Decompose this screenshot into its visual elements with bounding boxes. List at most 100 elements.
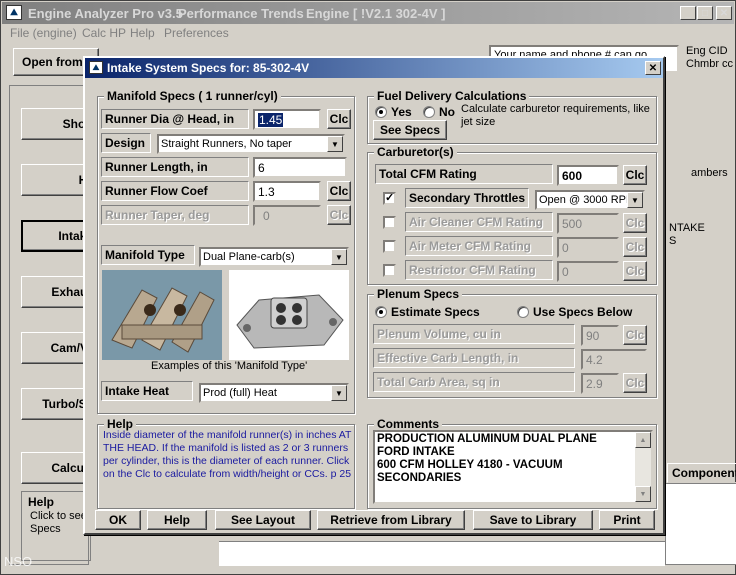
intake-heat-select[interactable]: Prod (full) Heat ▼: [199, 383, 349, 403]
fuel-yes-label[interactable]: Yes: [391, 105, 412, 119]
secondary-throttles-value: Open @ 3000 RPM: [539, 194, 636, 206]
carb-length-input[interactable]: 4.2: [581, 349, 647, 370]
fuel-description: Calculate carburetor requirements, like …: [461, 103, 650, 128]
runner-dia-clc-button[interactable]: Clc: [327, 109, 351, 129]
restrictor-clc-button[interactable]: Clc: [623, 261, 647, 281]
chevron-down-icon[interactable]: ▼: [327, 136, 343, 152]
comments-textarea[interactable]: PRODUCTION ALUMINUM DUAL PLANE FORD INTA…: [373, 430, 653, 504]
manifold-example-image-2: [229, 270, 349, 360]
air-meter-input[interactable]: 0: [557, 237, 619, 258]
main-help-text: Click to see Specs: [30, 510, 87, 535]
comments-scrollbar[interactable]: ▲ ▼: [635, 432, 651, 502]
fuel-yes-radio[interactable]: [375, 106, 387, 118]
total-cfm-input[interactable]: 600: [557, 165, 619, 186]
retrieve-from-library-button[interactable]: Retrieve from Library: [317, 510, 465, 530]
maximize-icon[interactable]: □: [697, 6, 713, 20]
scroll-up-icon[interactable]: ▲: [635, 432, 651, 448]
intake-dialog: ⛰ Intake System Specs for: 85-302-4V ✕ M…: [83, 56, 665, 535]
main-title-bar: ⛰ Engine Analyzer Pro v3.5 Performance T…: [2, 2, 734, 24]
runner-length-input[interactable]: 6: [253, 157, 347, 178]
results-area-left: [219, 541, 665, 566]
see-specs-button[interactable]: See Specs: [373, 120, 447, 140]
app-title-name: Engine Analyzer Pro v3.5: [28, 6, 183, 21]
minimize-icon[interactable]: _: [680, 6, 696, 20]
design-value: Straight Runners, No taper: [161, 138, 292, 150]
air-cleaner-clc-button[interactable]: Clc: [623, 213, 647, 233]
dialog-close-icon[interactable]: ✕: [645, 61, 661, 75]
main-help-title: Help: [28, 495, 55, 509]
total-cfm-clc-button[interactable]: Clc: [623, 165, 647, 185]
plenum-volume-clc-button[interactable]: Clc: [623, 325, 647, 345]
bg-text-intake: NTAKE: [669, 222, 705, 234]
plenum-volume-input[interactable]: 90: [581, 325, 619, 346]
fuel-delivery-title: Fuel Delivery Calculations: [374, 89, 530, 103]
secondary-throttles-checkbox[interactable]: ✓: [383, 192, 396, 205]
use-specs-below-radio[interactable]: [517, 306, 529, 318]
main-help-box: Help Click to see Specs: [21, 491, 91, 561]
runner-dia-input[interactable]: 1.45: [253, 109, 321, 130]
menu-help[interactable]: Help: [130, 26, 155, 40]
dialog-title-bar: ⛰ Intake System Specs for: 85-302-4V ✕: [85, 58, 663, 78]
manifold-specs-title: Manifold Specs ( 1 runner/cyl): [104, 89, 281, 103]
dialog-title: Intake System Specs for: 85-302-4V: [107, 61, 310, 75]
dialog-help-text: Inside diameter of the manifold runner(s…: [103, 429, 352, 480]
manifold-type-label: Manifold Type: [101, 245, 195, 265]
secondary-throttles-select[interactable]: Open @ 3000 RPM ▼: [535, 190, 645, 210]
air-cleaner-label: Air Cleaner CFM Rating: [405, 212, 553, 232]
bg-text-chambers: ambers: [691, 167, 728, 179]
runner-dia-value: 1.45: [258, 112, 284, 127]
estimate-specs-radio[interactable]: [375, 306, 387, 318]
air-meter-clc-button[interactable]: Clc: [623, 237, 647, 257]
intake-heat-label: Intake Heat: [101, 381, 193, 401]
air-cleaner-checkbox[interactable]: [383, 216, 396, 229]
help-button[interactable]: Help: [147, 510, 207, 530]
menu-calc-hp[interactable]: Calc HP: [82, 26, 126, 40]
chevron-down-icon[interactable]: ▼: [627, 192, 643, 208]
engine-info-box: Eng CID Chmbr cc: [683, 45, 736, 77]
results-area: [665, 483, 736, 565]
runner-flow-label: Runner Flow Coef: [101, 181, 249, 201]
estimate-specs-label[interactable]: Estimate Specs: [391, 305, 480, 319]
fuel-no-radio[interactable]: [423, 106, 435, 118]
close-icon[interactable]: ✕: [716, 6, 732, 20]
chevron-down-icon[interactable]: ▼: [331, 249, 347, 265]
print-button[interactable]: Print: [599, 510, 655, 530]
restrictor-input[interactable]: 0: [557, 261, 619, 282]
menu-preferences[interactable]: Preferences: [164, 26, 229, 40]
plenum-specs-title: Plenum Specs: [374, 287, 463, 301]
runner-taper-label: Runner Taper, deg: [101, 205, 249, 225]
bg-text-s: S: [669, 235, 677, 247]
watermark: NSO: [4, 554, 33, 569]
eng-cid-label: Eng CID: [686, 45, 728, 57]
total-cfm-label: Total CFM Rating: [375, 164, 553, 184]
examples-caption: Examples of this 'Manifold Type': [151, 360, 308, 372]
menu-file[interactable]: File (engine): [10, 26, 77, 40]
runner-taper-input[interactable]: 0: [253, 205, 321, 226]
runner-taper-clc-button[interactable]: Clc: [327, 205, 351, 225]
carburetor-title: Carburetor(s): [374, 145, 457, 159]
runner-flow-input[interactable]: 1.3: [253, 181, 321, 202]
chevron-down-icon[interactable]: ▼: [331, 385, 347, 401]
restrictor-checkbox[interactable]: [383, 264, 396, 277]
air-meter-checkbox[interactable]: [383, 240, 396, 253]
runner-flow-clc-button[interactable]: Clc: [327, 181, 351, 201]
carb-length-label: Effective Carb Length, in: [373, 348, 575, 368]
app-title-engine: Engine [ !V2.1 302-4V ]: [306, 6, 446, 21]
runner-dia-label: Runner Dia @ Head, in: [101, 109, 249, 129]
app-title-vendor: Performance Trends: [178, 6, 304, 21]
component-tab[interactable]: Component: [667, 463, 736, 483]
air-cleaner-input[interactable]: 500: [557, 213, 619, 234]
manifold-example-image-1: [102, 270, 222, 360]
scroll-down-icon[interactable]: ▼: [635, 486, 651, 502]
manifold-type-value: Dual Plane-carb(s): [203, 251, 295, 263]
design-select[interactable]: Straight Runners, No taper ▼: [157, 134, 345, 154]
ok-button[interactable]: OK: [95, 510, 141, 530]
carb-area-clc-button[interactable]: Clc: [623, 373, 647, 393]
fuel-no-label[interactable]: No: [439, 105, 455, 119]
carb-area-input[interactable]: 2.9: [581, 373, 619, 394]
use-specs-below-label[interactable]: Use Specs Below: [533, 305, 632, 319]
see-layout-button[interactable]: See Layout: [215, 510, 311, 530]
save-to-library-button[interactable]: Save to Library: [473, 510, 593, 530]
menu-bar: File (engine) Calc HP Help Preferences: [2, 24, 734, 42]
manifold-type-select[interactable]: Dual Plane-carb(s) ▼: [199, 247, 349, 267]
